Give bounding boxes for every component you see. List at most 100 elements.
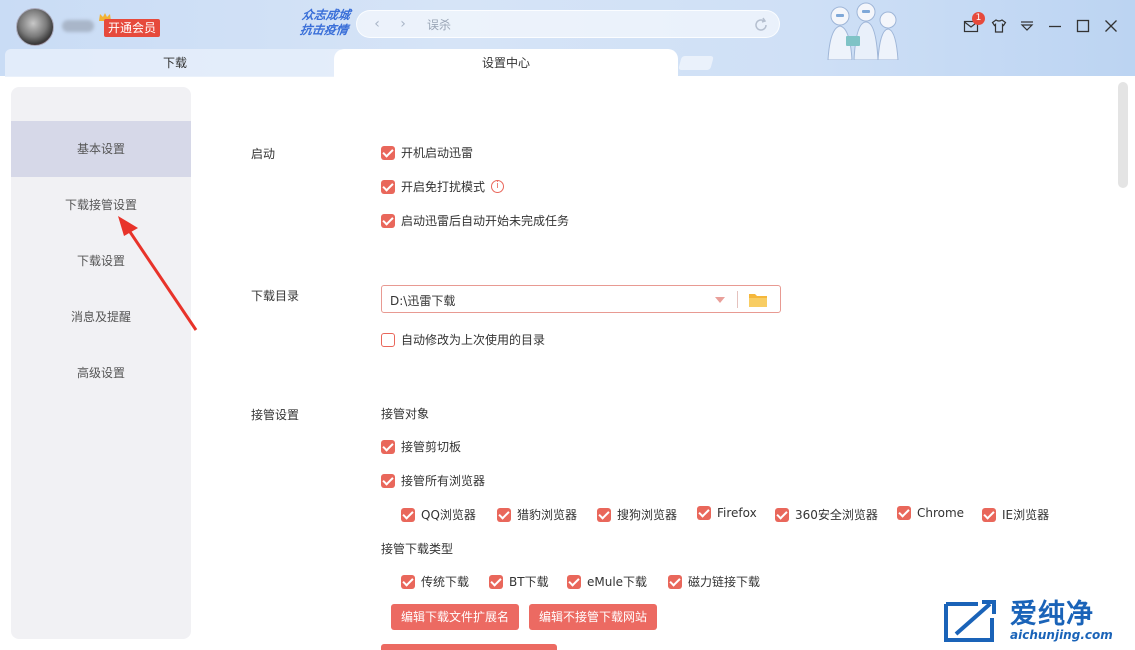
browser-option-qq[interactable]: QQ浏览器 (401, 506, 476, 523)
type-option-traditional[interactable]: 传统下载 (401, 573, 469, 590)
browser-label-qq: QQ浏览器 (421, 508, 476, 522)
skin-shirt-icon[interactable] (991, 18, 1007, 34)
resume-label: 启动迅雷后自动开始未完成任务 (401, 214, 570, 228)
browser-label-chrome: Chrome (917, 506, 965, 520)
tab-download[interactable]: 下载 (5, 49, 345, 77)
vip-button[interactable]: 开通会员 (104, 19, 161, 37)
mail-badge: 1 (972, 12, 985, 25)
divider (737, 291, 738, 308)
browser-checkbox-360[interactable] (775, 507, 789, 522)
takeover-types-label: 接管下载类型 (381, 540, 453, 557)
app-window: 开通会员 众志成城 抗击疫情 ‹ › 误杀 1 下载 设置中心 基本设置 下载接… (0, 0, 1135, 650)
all-browsers-label: 接管所有浏览器 (401, 474, 486, 488)
takeover-label: 接管设置 (251, 408, 300, 422)
browser-label-firefox: Firefox (717, 506, 757, 520)
chevron-down-icon[interactable] (715, 297, 725, 303)
type-option-magnet[interactable]: 磁力链接下载 (668, 573, 760, 590)
takeover-all-browsers-option[interactable]: 接管所有浏览器 (381, 472, 485, 489)
type-option-bt[interactable]: BT下载 (489, 573, 549, 590)
username-blurred[interactable] (62, 20, 94, 32)
type-label-traditional: 传统下载 (421, 575, 470, 589)
forward-icon[interactable]: › (395, 15, 411, 33)
type-checkbox-traditional[interactable] (401, 574, 415, 589)
takeover-types-text: 接管下载类型 (381, 542, 454, 556)
mail-icon[interactable]: 1 (963, 12, 985, 34)
startup-option-autostart[interactable]: 开机启动迅雷 (381, 144, 473, 161)
menu-dropdown-icon[interactable] (1019, 18, 1035, 34)
folder-icon[interactable] (748, 292, 768, 308)
info-icon[interactable]: i (491, 180, 505, 193)
auto-modify-option[interactable]: 自动修改为上次使用的目录 (381, 331, 545, 348)
browser-label-sogou: 搜狗浏览器 (617, 508, 678, 522)
type-label-bt: BT下载 (509, 575, 549, 589)
clipboard-checkbox[interactable] (381, 439, 395, 454)
clipboard-label: 接管剪切板 (401, 440, 462, 454)
type-checkbox-bt[interactable] (489, 574, 503, 589)
watermark: 爱纯净 aichunjing.com (936, 590, 1135, 650)
resume-checkbox[interactable] (381, 213, 395, 228)
edit-extensions-button[interactable]: 编辑下载文件扩展名 (391, 604, 520, 630)
browser-option-ie[interactable]: IE浏览器 (982, 506, 1049, 523)
watermark-logo-icon (944, 600, 996, 642)
browser-checkbox-liebao[interactable] (497, 507, 511, 522)
auto-modify-checkbox[interactable] (381, 332, 395, 347)
type-checkbox-magnet[interactable] (668, 574, 682, 589)
settings-sidebar: 基本设置 下载接管设置 下载设置 消息及提醒 高级设置 (11, 87, 191, 639)
autostart-label: 开机启动迅雷 (401, 146, 474, 160)
startup-option-resume[interactable]: 启动迅雷后自动开始未完成任务 (381, 212, 569, 229)
browser-option-firefox[interactable]: Firefox (697, 506, 757, 520)
download-dir-value: D:\迅雷下载 (390, 294, 456, 308)
watermark-title: 爱纯净 (1010, 599, 1094, 630)
search-bar[interactable]: ‹ › 误杀 (356, 10, 780, 38)
avatar[interactable] (16, 8, 54, 46)
type-label-emule: eMule下载 (587, 575, 648, 589)
dnd-checkbox[interactable] (381, 179, 395, 194)
startup-label: 启动 (251, 147, 276, 161)
slogan-line-1: 众志成城 (301, 8, 352, 22)
takeover-target-label: 接管对象 (381, 405, 429, 422)
browser-label-ie: IE浏览器 (1002, 508, 1050, 522)
browser-option-chrome[interactable]: Chrome (897, 506, 964, 520)
search-input[interactable]: 误杀 (427, 16, 451, 33)
watermark-url: aichunjing.com (1010, 628, 1113, 642)
maximize-icon[interactable] (1075, 18, 1091, 34)
browser-label-liebao: 猎豹浏览器 (517, 508, 578, 522)
takeover-clipboard-option[interactable]: 接管剪切板 (381, 438, 461, 455)
sidebar-item-advanced[interactable]: 高级设置 (11, 345, 191, 401)
browser-option-sogou[interactable]: 搜狗浏览器 (597, 506, 677, 523)
window-controls: 1 (963, 12, 1119, 38)
autostart-checkbox[interactable] (381, 145, 395, 160)
type-label-magnet: 磁力链接下载 (688, 575, 761, 589)
all-browsers-checkbox[interactable] (381, 473, 395, 488)
more-button-partial[interactable] (381, 644, 557, 650)
auto-modify-label: 自动修改为上次使用的目录 (401, 333, 546, 347)
doctors-illustration-icon (827, 2, 899, 60)
browser-checkbox-sogou[interactable] (597, 507, 611, 522)
browser-checkbox-ie[interactable] (982, 507, 996, 522)
annotation-arrow-icon (118, 216, 198, 331)
new-tab-button[interactable] (678, 56, 714, 70)
refresh-icon[interactable] (753, 17, 769, 33)
minimize-icon[interactable] (1047, 18, 1063, 34)
type-option-emule[interactable]: eMule下载 (567, 573, 647, 590)
dnd-label: 开启免打扰模式 (401, 180, 486, 194)
browser-checkbox-qq[interactable] (401, 507, 415, 522)
tab-settings[interactable]: 设置中心 (334, 49, 678, 77)
download-dir-select[interactable]: D:\迅雷下载 (381, 285, 781, 313)
takeover-target-text: 接管对象 (381, 407, 430, 421)
edit-excluded-sites-button[interactable]: 编辑不接管下载网站 (529, 604, 658, 630)
type-checkbox-emule[interactable] (567, 574, 581, 589)
browser-label-360: 360安全浏览器 (795, 508, 878, 522)
download-dir-label: 下载目录 (251, 289, 300, 303)
browser-option-360[interactable]: 360安全浏览器 (775, 506, 878, 523)
sidebar-item-basic[interactable]: 基本设置 (11, 121, 191, 177)
browser-checkbox-chrome[interactable] (897, 506, 911, 520)
title-bar: 开通会员 众志成城 抗击疫情 ‹ › 误杀 1 下载 设置中心 (0, 0, 1135, 77)
browser-checkbox-firefox[interactable] (697, 506, 711, 520)
browser-option-liebao[interactable]: 猎豹浏览器 (497, 506, 577, 523)
scrollbar[interactable] (1118, 82, 1128, 188)
back-icon[interactable]: ‹ (369, 15, 385, 33)
slogan-line-2: 抗击疫情 (299, 23, 349, 37)
close-icon[interactable] (1103, 18, 1119, 34)
startup-option-dnd[interactable]: 开启免打扰模式 i (381, 178, 505, 195)
